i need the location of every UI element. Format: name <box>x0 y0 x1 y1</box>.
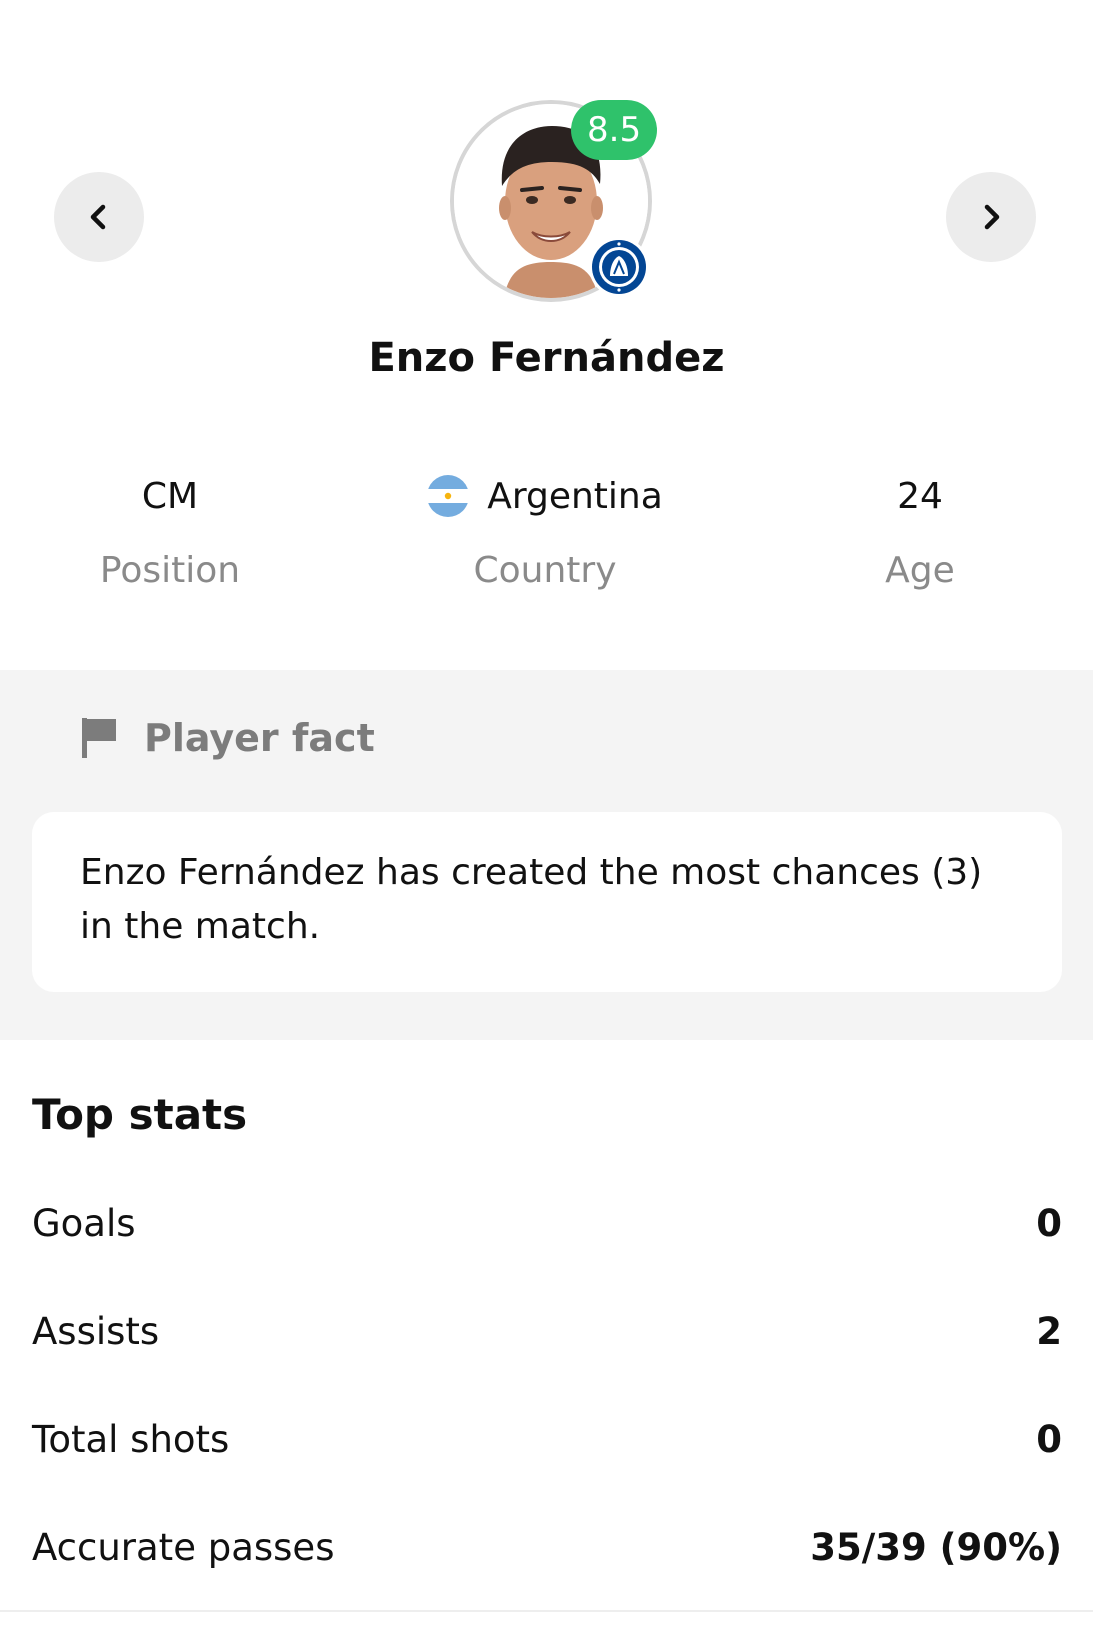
player-name: Enzo Fernández <box>368 335 725 381</box>
stat-value: 35/39 (90%) <box>810 1525 1062 1569</box>
divider <box>0 1610 1093 1612</box>
match-rating-badge: 8.5 <box>571 100 658 160</box>
country-label: Country <box>473 550 617 591</box>
previous-player-button[interactable] <box>54 172 144 262</box>
player-fact-section: Player fact Enzo Fernández has created t… <box>0 670 1093 1040</box>
country-info: Argentina Country <box>395 470 695 591</box>
player-match-card: 8.5 Enzo Fernández CM Position Argentina… <box>0 0 1093 1632</box>
stat-value: 0 <box>1036 1417 1062 1461</box>
country-value-row: Argentina <box>395 470 695 522</box>
next-player-button[interactable] <box>946 172 1036 262</box>
stat-label: Accurate passes <box>32 1525 335 1569</box>
stat-label: Assists <box>32 1309 160 1353</box>
stat-label: Goals <box>32 1201 136 1245</box>
player-avatar-block[interactable]: 8.5 <box>450 100 658 302</box>
chelsea-crest-icon <box>588 236 650 298</box>
stat-row-accurate-passes: Accurate passes 35/39 (90%) <box>32 1517 1062 1577</box>
stat-value: 2 <box>1036 1309 1062 1353</box>
player-fact-text: Enzo Fernández has created the most chan… <box>32 812 1062 992</box>
argentina-flag-icon <box>427 475 470 517</box>
age-label: Age <box>885 550 955 591</box>
stat-row-goals: Goals 0 <box>32 1193 1062 1253</box>
player-fact-title: Player fact <box>144 716 375 760</box>
position-value: CM <box>141 475 199 517</box>
flag-icon <box>82 718 116 758</box>
stat-label: Total shots <box>32 1417 230 1461</box>
age-info: 24 Age <box>770 470 1070 592</box>
top-stats-title: Top stats <box>32 1090 248 1139</box>
age-value: 24 <box>897 475 943 517</box>
position-info: CM Position <box>20 470 320 592</box>
chevron-left-icon <box>90 204 106 230</box>
country-value: Argentina <box>487 475 663 517</box>
stat-row-assists: Assists 2 <box>32 1301 1062 1361</box>
position-label: Position <box>99 550 241 591</box>
stat-value: 0 <box>1036 1201 1062 1245</box>
stat-row-total-shots: Total shots 0 <box>32 1409 1062 1469</box>
chevron-right-icon <box>984 204 1000 230</box>
player-fact-header: Player fact <box>80 716 375 760</box>
